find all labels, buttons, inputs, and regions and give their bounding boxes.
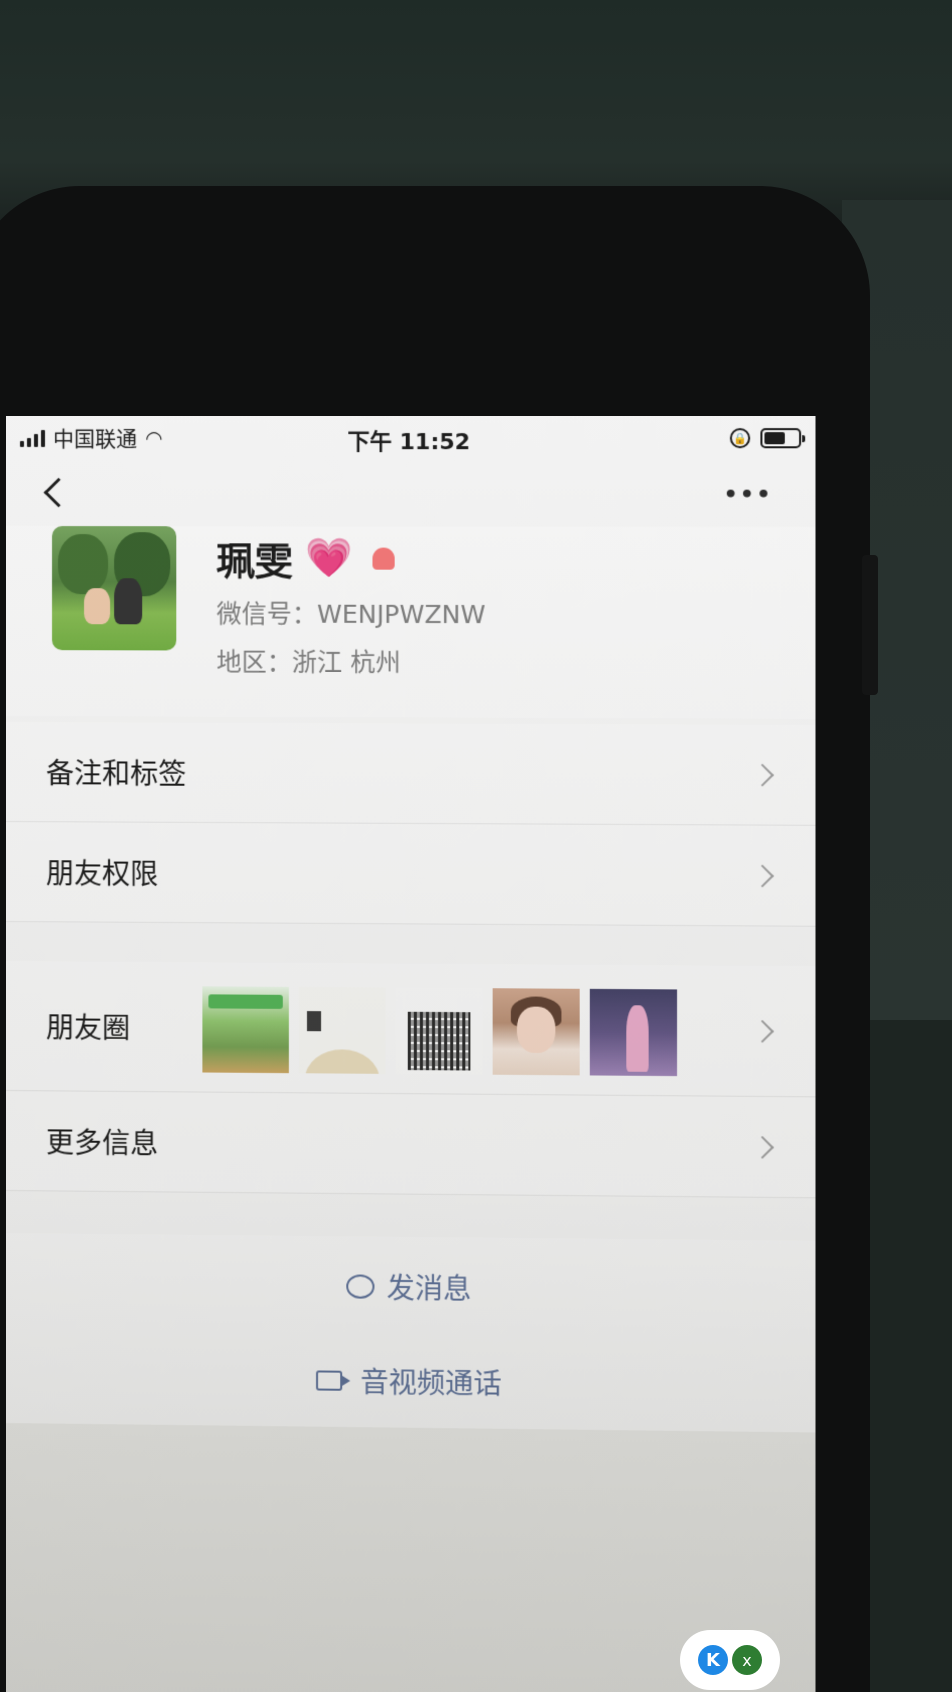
moments-thumbnails [202, 986, 678, 1077]
av-call-label: 音视频通话 [360, 1365, 502, 1401]
avatar[interactable] [52, 526, 177, 651]
chevron-right-icon [750, 763, 774, 787]
moments-thumb [395, 987, 483, 1075]
badge-k-icon: K [698, 1645, 728, 1675]
row-label: 备注和标签 [46, 756, 187, 791]
row-friend-permissions[interactable]: 朋友权限 [6, 822, 816, 927]
settings-group: 备注和标签 朋友权限 [6, 722, 816, 927]
chevron-right-icon [750, 1135, 774, 1159]
name-row: 珮雯 💗 [216, 530, 396, 585]
row-moments[interactable]: 朋友圈 [6, 961, 816, 1098]
av-call-button[interactable]: 音视频通话 [6, 1357, 815, 1406]
more-icon[interactable]: ••• [724, 483, 773, 508]
battery-icon [760, 428, 802, 449]
moments-thumb [492, 988, 580, 1076]
row-label: 朋友圈 [46, 1010, 131, 1045]
chevron-right-icon [750, 864, 774, 887]
wechat-id: 微信号：WENJPWZNW [216, 599, 486, 630]
back-icon[interactable] [36, 472, 76, 512]
actions-group: 发消息 音视频通话 [6, 1233, 816, 1433]
send-message-label: 发消息 [386, 1271, 472, 1306]
floating-app-badge[interactable]: K x [680, 1630, 780, 1690]
status-time: 下午 11:52 [347, 430, 471, 456]
moments-thumb [589, 988, 678, 1077]
row-label: 朋友权限 [46, 856, 159, 891]
phone-side-button [862, 555, 878, 695]
send-message-button[interactable]: 发消息 [6, 1263, 815, 1311]
heart-emoji: 💗 [304, 535, 353, 580]
message-icon [346, 1274, 375, 1299]
chevron-right-icon [750, 1019, 774, 1043]
moments-thumb [202, 986, 289, 1074]
profile-header: 珮雯 💗 微信号：WENJPWZNW 地区：浙江 杭州 [6, 526, 816, 719]
info-group: 朋友圈 更多信息 [6, 961, 816, 1199]
moments-thumb [298, 986, 386, 1074]
nav-bar: ••• [6, 460, 815, 527]
gender-female-icon [372, 547, 396, 570]
row-remarks-tags[interactable]: 备注和标签 [6, 722, 816, 826]
row-label: 更多信息 [46, 1125, 159, 1160]
row-more-info[interactable]: 更多信息 [6, 1091, 816, 1199]
video-icon [316, 1370, 343, 1391]
profile-name: 珮雯 [216, 539, 293, 584]
phone-screen: 中国联通 ◠ 下午 11:52 🔒 ••• 珮雯 💗 微信号：WENJPWZNW… [6, 416, 816, 1692]
badge-close-icon[interactable]: x [732, 1645, 762, 1675]
status-bar: 中国联通 ◠ 下午 11:52 🔒 [6, 416, 815, 460]
region: 地区：浙江 杭州 [216, 647, 401, 678]
